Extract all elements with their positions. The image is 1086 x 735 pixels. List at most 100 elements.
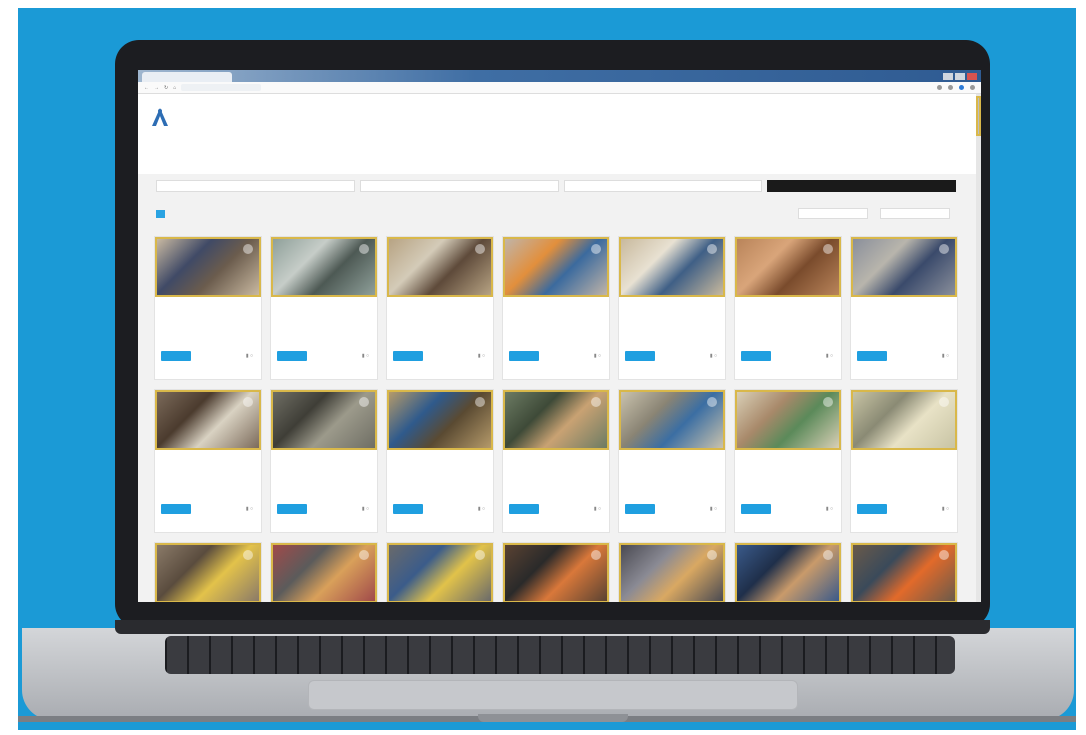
video-icon[interactable]: ▮ xyxy=(826,506,829,512)
watch-button[interactable] xyxy=(277,351,307,361)
video-thumbnail[interactable] xyxy=(271,237,377,297)
video-title[interactable] xyxy=(735,450,841,470)
video-card[interactable] xyxy=(618,542,726,602)
sort-select[interactable] xyxy=(798,208,868,219)
video-card[interactable]: ▮ ○ xyxy=(154,389,262,533)
video-title[interactable] xyxy=(387,450,493,470)
video-icon[interactable]: ▮ xyxy=(362,353,365,359)
search-button[interactable] xyxy=(767,180,956,192)
info-icon[interactable]: ○ xyxy=(598,353,601,359)
watch-button[interactable] xyxy=(741,504,771,514)
video-card[interactable]: ▮ ○ xyxy=(270,236,378,380)
info-icon[interactable]: ○ xyxy=(946,353,949,359)
watch-button[interactable] xyxy=(393,351,423,361)
menu-icon[interactable] xyxy=(970,85,975,90)
video-title[interactable] xyxy=(503,450,609,470)
video-card[interactable]: ▮ ○ xyxy=(270,389,378,533)
video-card[interactable]: ▮ ○ xyxy=(502,236,610,380)
profile-icon[interactable] xyxy=(959,85,964,90)
video-title[interactable] xyxy=(271,297,377,317)
video-title[interactable] xyxy=(851,297,957,317)
info-icon[interactable]: ○ xyxy=(830,506,833,512)
video-card[interactable] xyxy=(270,542,378,602)
video-card[interactable]: ▮ ○ xyxy=(734,389,842,533)
filter-field[interactable] xyxy=(359,180,559,192)
info-icon[interactable]: ○ xyxy=(946,506,949,512)
scrollbar-thumb[interactable] xyxy=(976,96,981,136)
video-thumbnail[interactable] xyxy=(619,390,725,450)
per-page-select[interactable] xyxy=(880,208,950,219)
watch-button[interactable] xyxy=(509,351,539,361)
video-thumbnail[interactable] xyxy=(387,237,493,297)
video-icon[interactable]: ▮ xyxy=(594,506,597,512)
video-card[interactable]: ▮ ○ xyxy=(618,389,726,533)
organization-logo-icon[interactable] xyxy=(150,108,170,126)
watch-button[interactable] xyxy=(277,504,307,514)
info-icon[interactable]: ○ xyxy=(250,506,253,512)
browser-tab[interactable] xyxy=(142,72,232,82)
video-title[interactable] xyxy=(503,297,609,317)
info-icon[interactable]: ○ xyxy=(830,353,833,359)
info-icon[interactable]: ○ xyxy=(366,506,369,512)
video-card[interactable]: ▮ ○ xyxy=(154,236,262,380)
back-icon[interactable]: ← xyxy=(144,85,149,91)
maximize-icon[interactable] xyxy=(955,72,965,80)
watch-button[interactable] xyxy=(161,351,191,361)
close-icon[interactable] xyxy=(967,72,977,80)
video-icon[interactable]: ▮ xyxy=(362,506,365,512)
info-icon[interactable]: ○ xyxy=(366,353,369,359)
video-thumbnail[interactable] xyxy=(619,543,725,602)
page-scrollbar[interactable] xyxy=(976,94,981,602)
video-thumbnail[interactable] xyxy=(735,543,841,602)
filter-field[interactable] xyxy=(156,180,355,192)
video-icon[interactable]: ▮ xyxy=(942,506,945,512)
watch-button[interactable] xyxy=(857,351,887,361)
video-thumbnail[interactable] xyxy=(503,390,609,450)
video-title[interactable] xyxy=(271,450,377,470)
video-icon[interactable]: ▮ xyxy=(478,353,481,359)
video-thumbnail[interactable] xyxy=(735,390,841,450)
video-icon[interactable]: ▮ xyxy=(710,506,713,512)
video-title[interactable] xyxy=(735,297,841,317)
watch-button[interactable] xyxy=(393,504,423,514)
video-card[interactable]: ▮ ○ xyxy=(734,236,842,380)
video-icon[interactable]: ▮ xyxy=(942,353,945,359)
video-title[interactable] xyxy=(619,297,725,317)
video-thumbnail[interactable] xyxy=(155,390,261,450)
info-icon[interactable]: ○ xyxy=(482,353,485,359)
watch-button[interactable] xyxy=(509,504,539,514)
video-card[interactable] xyxy=(734,542,842,602)
video-thumbnail[interactable] xyxy=(271,543,377,602)
info-icon[interactable]: ○ xyxy=(482,506,485,512)
video-card[interactable]: ▮ ○ xyxy=(502,389,610,533)
home-icon[interactable]: ⌂ xyxy=(173,85,176,91)
info-icon[interactable]: ○ xyxy=(598,506,601,512)
video-icon[interactable]: ▮ xyxy=(478,506,481,512)
video-thumbnail[interactable] xyxy=(851,237,957,297)
video-icon[interactable]: ▮ xyxy=(826,353,829,359)
video-thumbnail[interactable] xyxy=(155,237,261,297)
minimize-icon[interactable] xyxy=(943,72,953,80)
reload-icon[interactable]: ↻ xyxy=(164,85,168,91)
video-thumbnail[interactable] xyxy=(619,237,725,297)
video-card[interactable]: ▮ ○ xyxy=(386,389,494,533)
video-icon[interactable]: ▮ xyxy=(246,506,249,512)
video-card[interactable] xyxy=(502,542,610,602)
video-thumbnail[interactable] xyxy=(271,390,377,450)
info-icon[interactable]: ○ xyxy=(714,506,717,512)
video-card[interactable]: ▮ ○ xyxy=(850,236,958,380)
filter-field[interactable] xyxy=(563,180,763,192)
video-card[interactable] xyxy=(386,542,494,602)
watch-button[interactable] xyxy=(857,504,887,514)
forward-icon[interactable]: → xyxy=(154,85,159,91)
video-card[interactable]: ▮ ○ xyxy=(618,236,726,380)
video-icon[interactable]: ▮ xyxy=(246,353,249,359)
video-title[interactable] xyxy=(155,450,261,470)
video-thumbnail[interactable] xyxy=(503,543,609,602)
video-thumbnail[interactable] xyxy=(851,543,957,602)
info-icon[interactable]: ○ xyxy=(714,353,717,359)
video-icon[interactable]: ▮ xyxy=(710,353,713,359)
video-thumbnail[interactable] xyxy=(387,390,493,450)
current-page-button[interactable] xyxy=(156,210,165,218)
video-thumbnail[interactable] xyxy=(155,543,261,602)
